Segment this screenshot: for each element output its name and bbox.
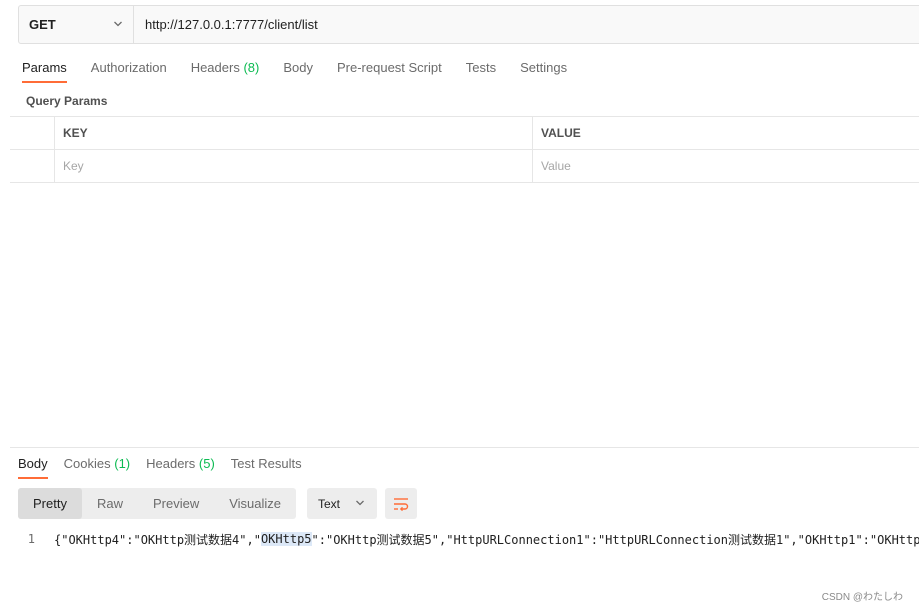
response-tab-headers[interactable]: Headers (5) — [146, 457, 215, 479]
cookies-count: (1) — [114, 456, 131, 471]
value-column-header: VALUE — [541, 126, 581, 140]
table-header-row: KEY VALUE — [10, 117, 919, 150]
query-params-table: KEY VALUE Key Value — [10, 116, 919, 183]
format-preview-button[interactable]: Preview — [138, 488, 214, 519]
wrap-lines-button[interactable] — [385, 488, 417, 519]
tab-params[interactable]: Params — [22, 61, 67, 83]
response-body-line[interactable]: 1 {"OKHttp4":"OKHttp测试数据4"," OKHttp5 ":"OK… — [10, 530, 919, 548]
query-params-title: Query Params — [26, 94, 108, 108]
key-placeholder: Key — [63, 159, 84, 173]
response-divider[interactable] — [10, 447, 919, 448]
table-row: Key Value — [10, 150, 919, 183]
format-toggle-group: Pretty Raw Preview Visualize — [18, 488, 297, 519]
response-text-before: {"OKHttp4":"OKHttp测试数据4"," — [54, 532, 261, 547]
response-tab-cookies[interactable]: Cookies (1) — [64, 457, 130, 479]
method-select[interactable]: GET — [19, 6, 134, 43]
watermark: CSDN @わたしわ — [821, 592, 903, 603]
tab-body[interactable]: Body — [283, 61, 313, 83]
request-url-bar: GET http://127.0.0.1:7777/client/list — [18, 5, 919, 44]
value-placeholder: Value — [541, 159, 571, 173]
tab-authorization[interactable]: Authorization — [91, 61, 167, 83]
body-type-label: Text — [318, 496, 341, 511]
format-pretty-button[interactable]: Pretty — [18, 488, 82, 519]
response-tab-test-results[interactable]: Test Results — [231, 457, 302, 479]
tab-pre-request-script[interactable]: Pre-request Script — [337, 61, 442, 83]
request-tabs: Params Authorization Headers (8) Body Pr… — [22, 61, 591, 83]
response-tab-body[interactable]: Body — [18, 457, 48, 479]
method-label: GET — [29, 17, 56, 32]
tab-settings[interactable]: Settings — [520, 61, 567, 83]
response-text-after: ":"OKHttp测试数据5","HttpURLConnection1":"Ht… — [311, 532, 919, 547]
url-text: http://127.0.0.1:7777/client/list — [145, 17, 318, 32]
key-input[interactable]: Key — [55, 150, 533, 182]
format-visualize-button[interactable]: Visualize — [214, 488, 296, 519]
response-text-highlight: OKHttp5 — [260, 532, 312, 546]
tab-headers[interactable]: Headers (8) — [191, 61, 260, 83]
tab-tests[interactable]: Tests — [466, 61, 496, 83]
body-type-select[interactable]: Text — [307, 488, 377, 519]
key-column-header: KEY — [55, 117, 533, 149]
row-check-cell[interactable] — [10, 150, 55, 182]
header-check-cell — [10, 117, 55, 149]
format-raw-button[interactable]: Raw — [82, 488, 138, 519]
line-number: 1 — [27, 532, 35, 546]
url-input[interactable]: http://127.0.0.1:7777/client/list — [134, 6, 919, 43]
wrap-lines-icon — [394, 497, 409, 511]
chevron-down-icon — [356, 500, 364, 506]
response-tabs: Body Cookies (1) Headers (5) Test Result… — [18, 457, 318, 479]
response-headers-count: (5) — [198, 456, 215, 471]
headers-count: (8) — [243, 60, 260, 75]
value-input[interactable]: Value — [533, 150, 919, 182]
chevron-down-icon — [114, 21, 122, 27]
